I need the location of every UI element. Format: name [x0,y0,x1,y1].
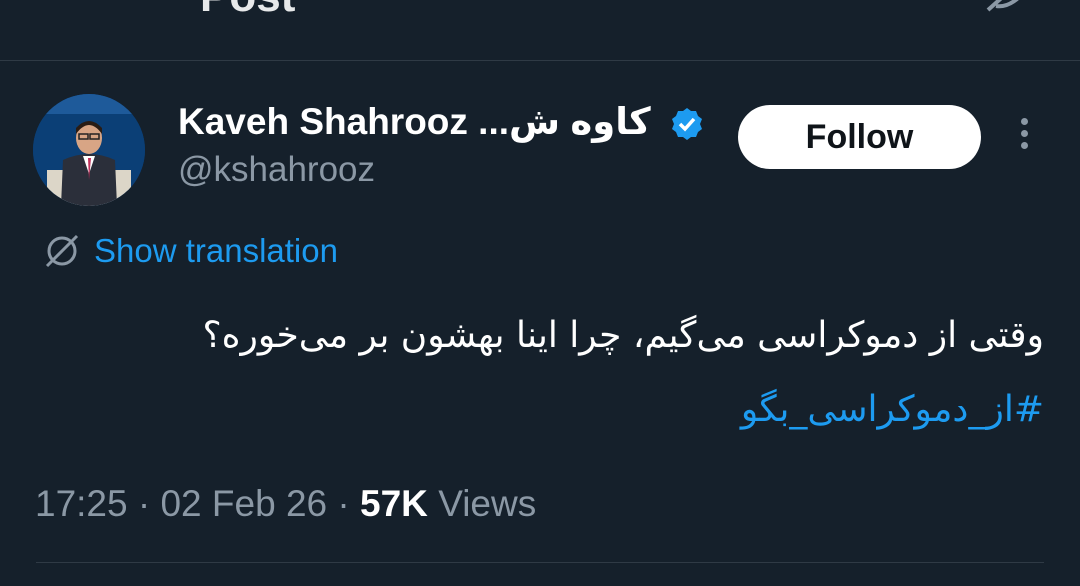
divider [36,562,1044,563]
show-translation-label[interactable]: Show translation [94,232,338,270]
follow-button[interactable]: Follow [738,105,981,169]
top-bar: Post [0,0,1080,61]
more-vertical-icon[interactable] [1012,118,1036,158]
meta-separator: · [137,483,151,524]
tweet-meta: 17:25 · 02 Feb 26 · 57K Views [35,483,536,525]
tweet-time[interactable]: 17:25 [35,483,128,524]
verified-badge-icon[interactable] [669,106,705,142]
tweet-text: وقتی از دموکراسی می‌گیم، چرا اینا بهشون … [202,315,1044,356]
arrow-left-icon[interactable] [58,0,98,8]
grok-icon[interactable] [986,0,1032,12]
tweet-date[interactable]: 02 Feb 26 [160,483,327,524]
page-title: Post [200,0,295,22]
tweet-hashtag[interactable]: #از_دموکراسی_بگو [741,389,1044,430]
meta-separator: · [337,483,350,524]
globe-icon [45,234,79,268]
avatar[interactable] [33,94,145,206]
show-translation-link[interactable]: Show translation [44,230,338,272]
views-count[interactable]: 57K [360,483,428,524]
author-display-name[interactable]: Kaveh Shahrooz ...کاوه ش [178,100,651,143]
author-handle[interactable]: @kshahrooz [178,150,375,190]
views-label: Views [438,483,537,524]
